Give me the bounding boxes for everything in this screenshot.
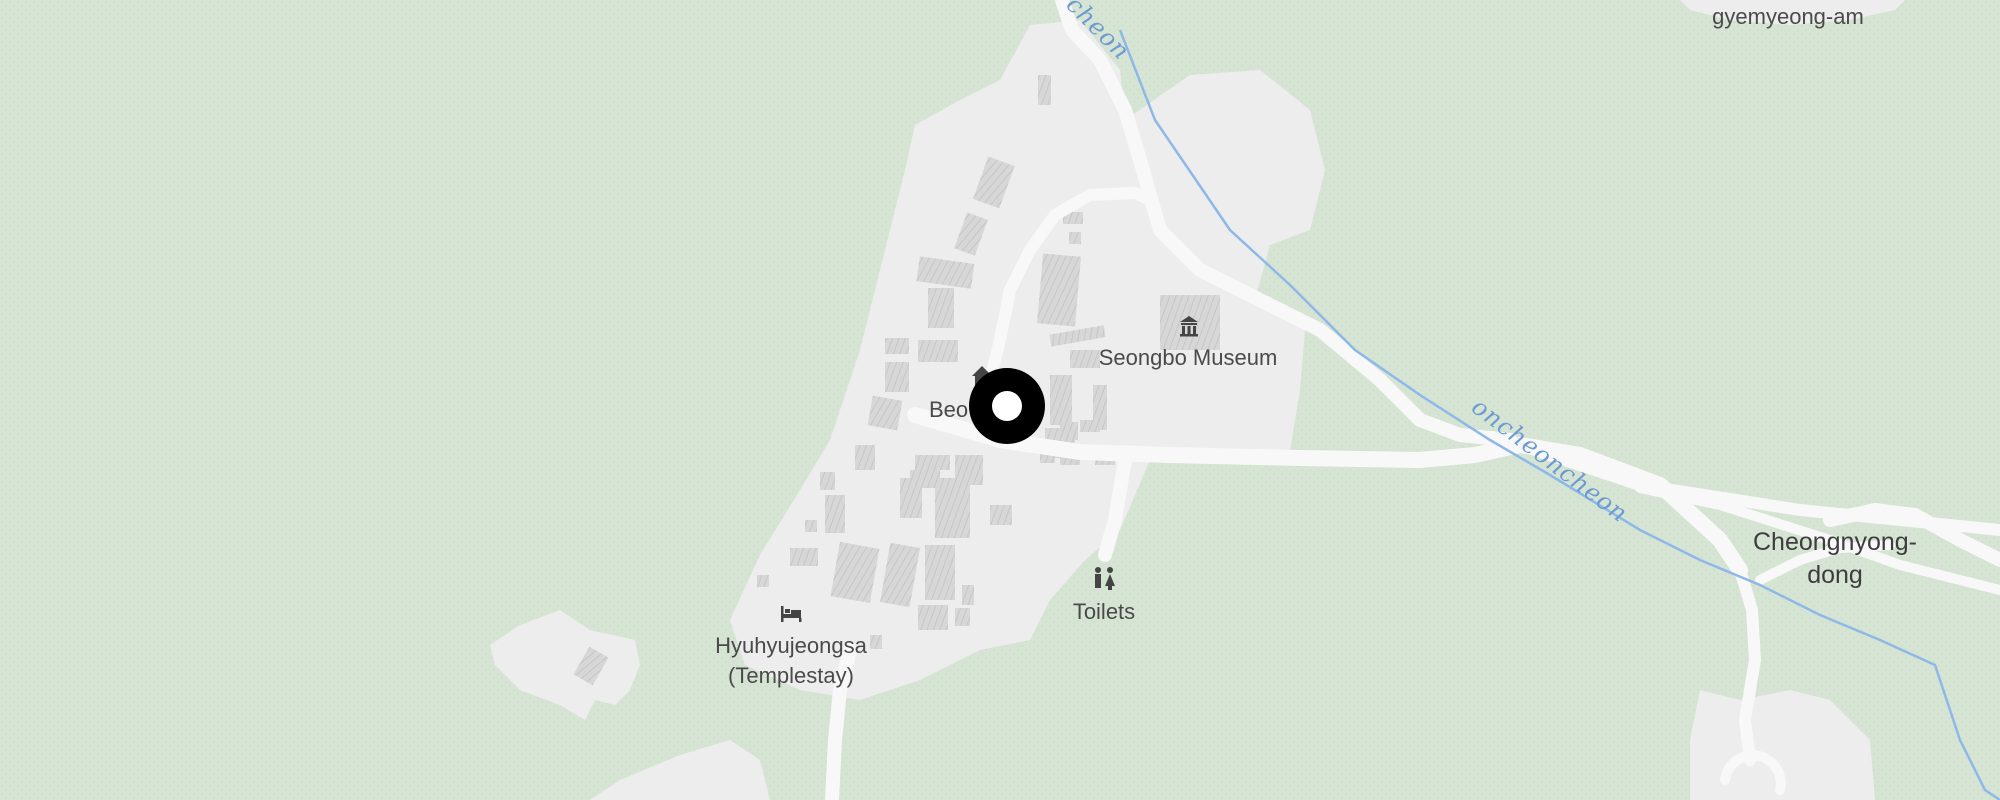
place-label-toilets: Toilets bbox=[1073, 599, 1135, 624]
place-label-gyemyeong-am: gyemyeong-am bbox=[1712, 4, 1864, 29]
district-label-cheongnyong: Cheongnyong- bbox=[1753, 528, 1917, 556]
map-canvas[interactable]: cheon oncheoncheon gyemyeong-am Seongbo … bbox=[0, 0, 2000, 800]
district-label-dong: dong bbox=[1807, 561, 1863, 589]
location-marker-icon[interactable] bbox=[969, 368, 1045, 444]
place-label-templestay: (Templestay) bbox=[728, 663, 854, 688]
place-label-seongbo-museum: Seongbo Museum bbox=[1099, 345, 1278, 370]
place-label-hyuhyujeongsa: Hyuhyujeongsa bbox=[715, 633, 867, 658]
place-label-beo: Beo bbox=[929, 397, 968, 422]
